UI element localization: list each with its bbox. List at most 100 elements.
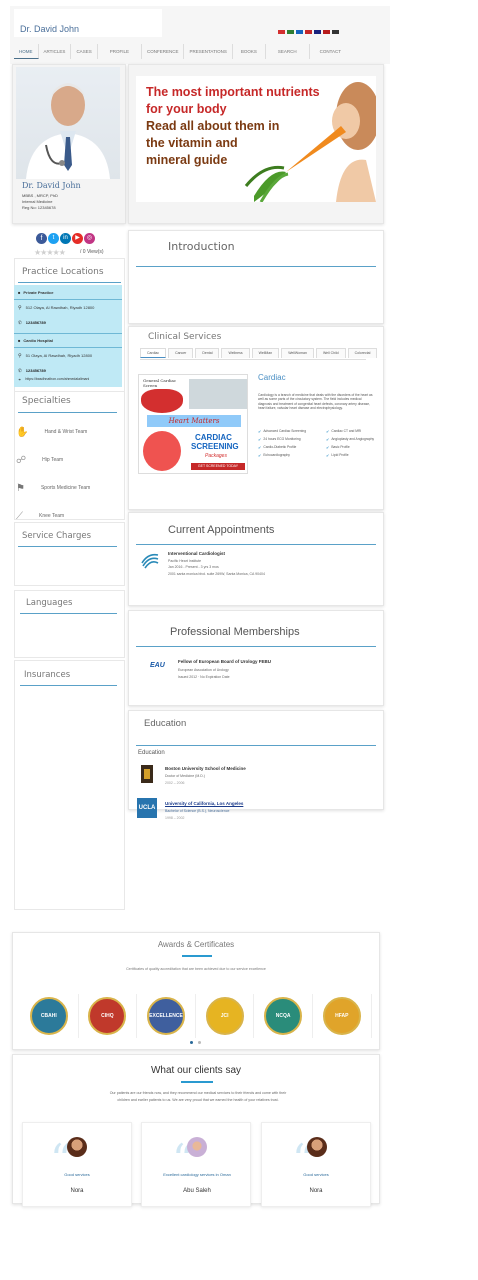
youtube-icon[interactable]: ▶ <box>72 233 83 244</box>
nav-profile[interactable]: PROFILE <box>98 44 142 59</box>
carousel-dot[interactable] <box>198 1041 201 1044</box>
awards-carousel[interactable]: CBAHI CIHQ EXCELLENCE JCI NCQA HFAP <box>20 994 372 1038</box>
location-2-name: Cardio Hospital <box>23 338 53 343</box>
cardiac-services-left: ✔ Advanced Cardiac Screening ✔ 24 hours EC… <box>258 427 328 459</box>
profile-name: Dr. David John <box>22 181 81 190</box>
insurances-title: Insurances <box>24 670 71 680</box>
cardiac-screening-image: General Cardiac Screen Heart Matters CAR… <box>138 374 248 474</box>
service-item[interactable]: ✔ Cardio-Diabetic Profile <box>258 443 328 451</box>
service-item[interactable]: ✔ Advanced Cardiac Screening <box>258 427 328 435</box>
tab-colorectal[interactable]: Colorectal <box>347 348 378 358</box>
instagram-icon[interactable]: ◎ <box>84 233 95 244</box>
tab-wellwoman[interactable]: WellWoman <box>281 348 314 358</box>
appointment-dates: Jan 2016 - Present - 3 yrs 3 mos <box>168 565 219 569</box>
memberships-section <box>128 610 384 706</box>
runner-icon: ⚑ <box>16 482 25 494</box>
tab-wellman[interactable]: WellMan <box>251 348 280 358</box>
language-flag-icon[interactable] <box>323 30 330 34</box>
education-divider <box>136 745 376 746</box>
insurances-divider <box>20 685 117 686</box>
tab-cardiac[interactable]: Cardiac <box>140 348 167 358</box>
testimonials-title: What our clients say <box>150 1065 242 1076</box>
check-icon: ✔ <box>258 444 262 450</box>
specialty-label: Hand & Wrist Team <box>44 429 88 435</box>
language-flag-icon[interactable] <box>278 30 285 34</box>
award-badge-cell[interactable]: NCQA <box>254 994 313 1038</box>
award-badge-cell[interactable]: EXCELLENCE <box>137 994 196 1038</box>
nav-contact[interactable]: CONTACT <box>310 44 351 59</box>
language-flag-icon[interactable] <box>296 30 303 34</box>
appointments-title: Current Appointments <box>168 524 275 536</box>
building-icon: ■ <box>18 338 21 343</box>
language-flag-icon[interactable] <box>314 30 321 34</box>
award-badge-cell[interactable]: CIHQ <box>79 994 138 1038</box>
education-2-school[interactable]: University of California, Los Angeles <box>165 801 243 806</box>
insurances-card <box>14 660 125 910</box>
phone-icon: ✆ <box>18 320 22 325</box>
nav-cases[interactable]: CASES <box>71 44 98 59</box>
map-pin-icon: ⚲ <box>18 353 22 359</box>
location-2-phone[interactable]: 123456789 <box>26 368 46 374</box>
nav-presentations[interactable]: PRESENTATIONS <box>184 44 233 59</box>
rating-stars[interactable]: ★★★★★ <box>34 248 66 257</box>
specialty-sports-medicine[interactable]: ⚑ Sports Medicine Team <box>16 479 90 497</box>
nav-books[interactable]: BOOKS <box>233 44 266 59</box>
site-title[interactable]: Dr. David John <box>14 9 162 37</box>
award-badge-cell[interactable]: HFAP <box>313 994 372 1038</box>
specialty-hip[interactable]: ☍ Hip Team <box>16 451 63 469</box>
check-icon: ✔ <box>258 452 262 458</box>
nav-search[interactable]: SEARCH <box>266 44 310 59</box>
introduction-title: Introduction <box>168 240 235 253</box>
service-item[interactable]: ✔ Cardiac CT and MRI <box>326 427 378 435</box>
service-item[interactable]: ✔ Angioplasty and Angiography <box>326 435 378 443</box>
nav-home[interactable]: HOME <box>14 44 39 59</box>
location-2-url[interactable]: https://basdhnathon.com/ahmedalalimani <box>25 377 89 382</box>
membership-org: European Association of Urology <box>178 668 229 672</box>
language-flags[interactable] <box>278 30 341 36</box>
practice-locations-title: Practice Locations <box>22 267 104 277</box>
testimonial-card-2 <box>141 1122 251 1207</box>
check-icon: ✔ <box>326 436 330 442</box>
tab-cancer[interactable]: Cancer <box>168 348 194 358</box>
hand-icon: ✋ <box>16 426 29 438</box>
nav-conference[interactable]: CONFERENCE <box>142 44 185 59</box>
carousel-dot-active[interactable] <box>190 1041 193 1044</box>
check-icon: ✔ <box>326 452 330 458</box>
facebook-icon[interactable]: f <box>36 233 47 244</box>
specialty-label: Knee Team <box>39 513 65 519</box>
language-flag-icon[interactable] <box>305 30 312 34</box>
location-1-phone[interactable]: 123456789 <box>26 320 46 326</box>
service-item[interactable]: ✔ Lipid Profile <box>326 451 378 459</box>
award-badge-cell[interactable]: JCI <box>196 994 255 1038</box>
map-pin-icon: ⚲ <box>18 305 22 311</box>
language-flag-icon[interactable] <box>332 30 339 34</box>
location-1-name: Private Practice <box>23 290 54 295</box>
award-badge-icon: EXCELLENCE <box>146 997 185 1035</box>
specialty-hand-wrist[interactable]: ✋ Hand & Wrist Team <box>16 423 87 441</box>
service-item[interactable]: ✔ Echocardiography <box>258 451 328 459</box>
twitter-icon[interactable]: t <box>48 233 59 244</box>
memberships-divider <box>136 646 376 647</box>
education-1-years: 2002 – 2006 <box>165 781 185 785</box>
tab-well-child[interactable]: Well Child <box>315 348 346 358</box>
testimonial-2-quote: Excellent cardiology services in Oman <box>163 1172 231 1177</box>
testimonial-card-1 <box>22 1122 132 1207</box>
nav-articles[interactable]: ARTICLES <box>39 44 72 59</box>
language-flag-icon[interactable] <box>287 30 294 34</box>
tab-dental[interactable]: Dental <box>195 348 220 358</box>
appointment-address: 2001 santa monica blvd. suite 269W, Sant… <box>168 572 265 576</box>
linkedin-icon[interactable]: in <box>60 233 71 244</box>
service-item[interactable]: ✔ Basic Profile <box>326 443 378 451</box>
ucla-logo: UCLA <box>137 798 157 818</box>
testimonials-intro: Our patients are our friends now, and th… <box>109 1091 287 1102</box>
location-cardio-hospital: ■ Cardio Hospital ⚲ 51 Olaya, Al Rawdhah… <box>14 333 122 387</box>
nutrients-banner[interactable]: The most important nutrients for your bo… <box>136 76 376 202</box>
testimonial-1-quote: Good services <box>64 1172 90 1177</box>
education-1-school[interactable]: Boston University School of Medicine <box>165 766 246 771</box>
tab-wellness[interactable]: Wellness <box>221 348 250 358</box>
avatar <box>67 1137 87 1157</box>
service-item[interactable]: ✔ 24 hours ECG Monitoring <box>258 435 328 443</box>
memberships-title: Professional Memberships <box>170 626 300 638</box>
award-badge-cell[interactable]: CBAHI <box>20 994 79 1038</box>
main-nav: HOME ARTICLES CASES PROFILE CONFERENCE P… <box>14 44 359 59</box>
